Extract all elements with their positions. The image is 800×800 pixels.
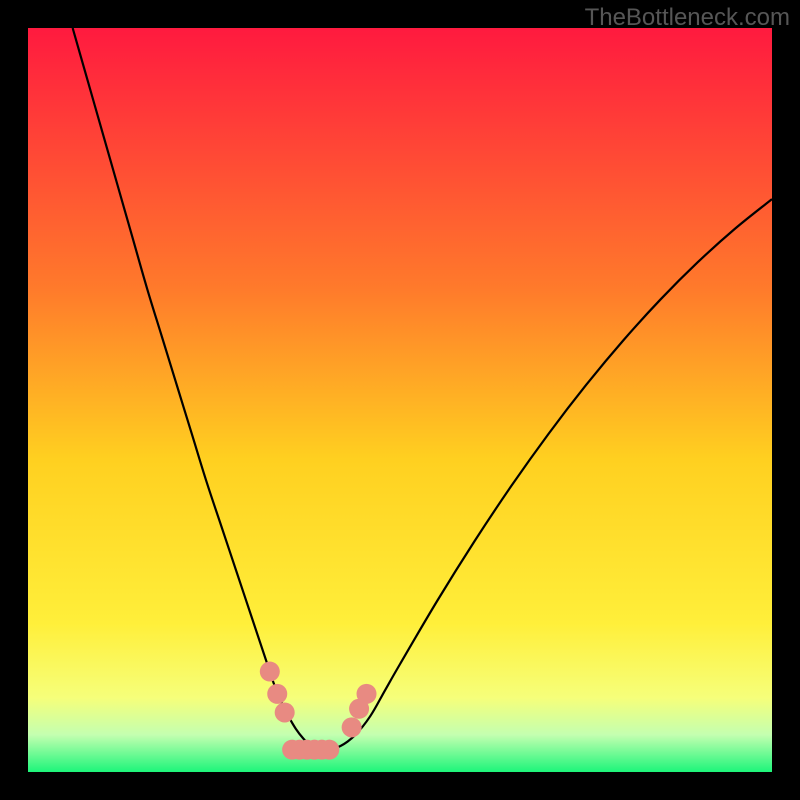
data-marker <box>357 684 377 704</box>
chart-frame: TheBottleneck.com <box>0 0 800 800</box>
gradient-background <box>28 28 772 772</box>
data-marker <box>275 702 295 722</box>
data-marker <box>342 717 362 737</box>
plot-area <box>28 28 772 772</box>
data-marker <box>267 684 287 704</box>
bottleneck-chart <box>28 28 772 772</box>
data-marker <box>260 662 280 682</box>
data-marker <box>319 740 339 760</box>
